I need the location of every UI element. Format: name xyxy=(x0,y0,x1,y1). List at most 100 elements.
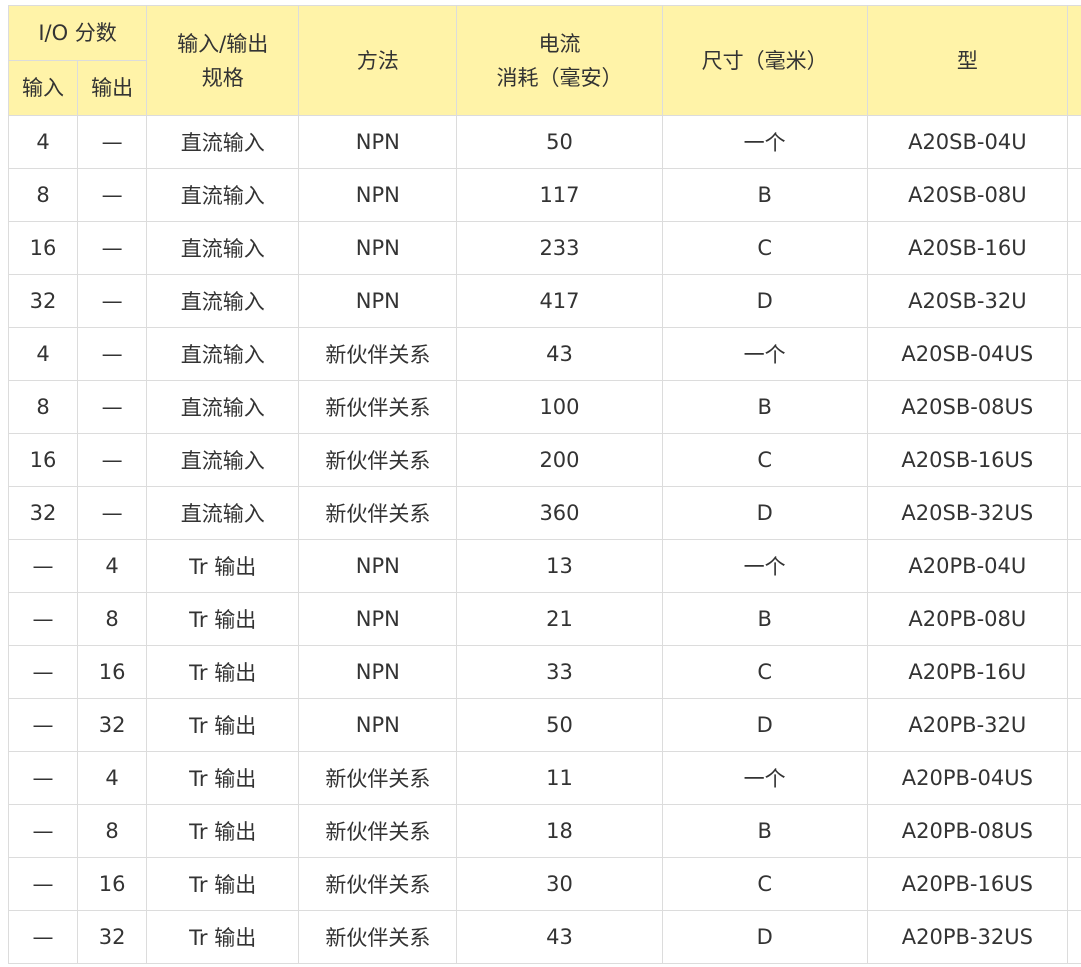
table-row: 32— 直流输入 NPN 417 D A20SB-32U xyxy=(7,274,1081,328)
model-cell: A20PB-16U xyxy=(866,645,1068,699)
current-cell: 200 xyxy=(456,433,663,487)
spec-cell: 直流输入 xyxy=(146,327,300,381)
table-row: —32 Tr 输出 NPN 50 D A20PB-32U xyxy=(7,698,1081,752)
output-count-cell: — xyxy=(77,433,148,487)
method-cell: NPN xyxy=(298,539,458,593)
model-cell: A20SB-32U xyxy=(866,274,1068,328)
spec-cell: Tr 输出 xyxy=(146,592,300,646)
extra-header xyxy=(1066,5,1081,116)
extra-cell xyxy=(1066,380,1081,434)
table-row: 16— 直流输入 新伙伴关系 200 C A20SB-16US xyxy=(7,433,1081,487)
method-cell: 新伙伴关系 xyxy=(298,433,458,487)
current-cell: 233 xyxy=(456,221,663,275)
table-row: 4— 直流输入 新伙伴关系 43 一个 A20SB-04US xyxy=(7,327,1081,381)
output-count-cell: 8 xyxy=(77,804,148,858)
table-row: —4 Tr 输出 NPN 13 一个 A20PB-04U xyxy=(7,539,1081,593)
io-points-header: I/O 分数 xyxy=(7,5,148,61)
table-row: 4— 直流输入 NPN 50 一个 A20SB-04U xyxy=(7,115,1081,169)
model-cell: A20SB-04U xyxy=(866,115,1068,169)
spec-cell: Tr 输出 xyxy=(146,751,300,805)
table-body: 4— 直流输入 NPN 50 一个 A20SB-04U 8— 直流输入 NPN 117 B A20SB… xyxy=(7,115,1081,964)
input-count-cell: 32 xyxy=(7,486,79,540)
output-count-cell: — xyxy=(77,221,148,275)
spec-header-line2: 规格 xyxy=(201,65,244,90)
spec-cell: 直流输入 xyxy=(146,221,300,275)
extra-cell xyxy=(1066,433,1081,487)
model-cell: A20SB-16US xyxy=(866,433,1068,487)
input-count-cell: 8 xyxy=(7,168,79,222)
output-count-cell: — xyxy=(77,380,148,434)
input-count-cell: — xyxy=(7,645,79,699)
model-cell: A20SB-04US xyxy=(866,327,1068,381)
extra-cell xyxy=(1066,168,1081,222)
input-count-cell: — xyxy=(7,804,79,858)
input-count-cell: 32 xyxy=(7,274,79,328)
size-cell: D xyxy=(661,698,868,752)
model-cell: A20SB-08US xyxy=(866,380,1068,434)
model-cell: A20PB-04U xyxy=(866,539,1068,593)
extra-cell xyxy=(1066,857,1081,911)
table-row: —8 Tr 输出 NPN 21 B A20PB-08U xyxy=(7,592,1081,646)
current-header-line1: 电流 xyxy=(538,31,581,56)
spec-cell: Tr 输出 xyxy=(146,698,300,752)
method-cell: 新伙伴关系 xyxy=(298,380,458,434)
method-cell: 新伙伴关系 xyxy=(298,327,458,381)
method-cell: 新伙伴关系 xyxy=(298,751,458,805)
extra-cell xyxy=(1066,486,1081,540)
size-cell: C xyxy=(661,221,868,275)
input-count-cell: — xyxy=(7,539,79,593)
output-count-cell: 16 xyxy=(77,645,148,699)
table-row: —32 Tr 输出 新伙伴关系 43 D A20PB-32US xyxy=(7,910,1081,964)
size-cell: D xyxy=(661,274,868,328)
spec-cell: Tr 输出 xyxy=(146,910,300,964)
extra-cell xyxy=(1066,592,1081,646)
output-count-header: 输出 xyxy=(77,60,148,116)
output-count-cell: 16 xyxy=(77,857,148,911)
size-cell: 一个 xyxy=(661,327,868,381)
model-cell: A20SB-16U xyxy=(866,221,1068,275)
table-row: —16 Tr 输出 NPN 33 C A20PB-16U xyxy=(7,645,1081,699)
table-header: I/O 分数 输入/输出 规格 方法 电流 消耗（毫安） 尺寸（毫米） 型 输入… xyxy=(7,5,1081,116)
extra-cell xyxy=(1066,274,1081,328)
input-count-cell: 4 xyxy=(7,115,79,169)
size-cell: D xyxy=(661,486,868,540)
current-cell: 417 xyxy=(456,274,663,328)
extra-cell xyxy=(1066,115,1081,169)
input-count-cell: — xyxy=(7,910,79,964)
method-cell: NPN xyxy=(298,592,458,646)
spec-cell: 直流输入 xyxy=(146,433,300,487)
input-count-cell: 8 xyxy=(7,380,79,434)
current-cell: 50 xyxy=(456,115,663,169)
table-row: —8 Tr 输出 新伙伴关系 18 B A20PB-08US xyxy=(7,804,1081,858)
method-cell: NPN xyxy=(298,274,458,328)
model-cell: A20PB-32US xyxy=(866,910,1068,964)
output-count-cell: 32 xyxy=(77,698,148,752)
table-row: —4 Tr 输出 新伙伴关系 11 一个 A20PB-04US xyxy=(7,751,1081,805)
model-cell: A20PB-16US xyxy=(866,857,1068,911)
output-count-cell: — xyxy=(77,115,148,169)
spec-cell: 直流输入 xyxy=(146,486,300,540)
size-cell: B xyxy=(661,592,868,646)
spec-cell: Tr 输出 xyxy=(146,804,300,858)
input-count-cell: — xyxy=(7,751,79,805)
current-cell: 13 xyxy=(456,539,663,593)
method-cell: 新伙伴关系 xyxy=(298,857,458,911)
size-cell: B xyxy=(661,380,868,434)
input-count-cell: 4 xyxy=(7,327,79,381)
size-header: 尺寸（毫米） xyxy=(661,5,868,116)
extra-cell xyxy=(1066,221,1081,275)
method-header: 方法 xyxy=(298,5,458,116)
extra-cell xyxy=(1066,327,1081,381)
size-cell: C xyxy=(661,857,868,911)
extra-cell xyxy=(1066,698,1081,752)
table-row: 8— 直流输入 NPN 117 B A20SB-08U xyxy=(7,168,1081,222)
spec-cell: 直流输入 xyxy=(146,274,300,328)
current-cell: 33 xyxy=(456,645,663,699)
current-cell: 360 xyxy=(456,486,663,540)
output-count-cell: — xyxy=(77,274,148,328)
model-cell: A20SB-08U xyxy=(866,168,1068,222)
model-cell: A20PB-04US xyxy=(866,751,1068,805)
current-cell: 117 xyxy=(456,168,663,222)
size-cell: 一个 xyxy=(661,751,868,805)
size-cell: C xyxy=(661,433,868,487)
